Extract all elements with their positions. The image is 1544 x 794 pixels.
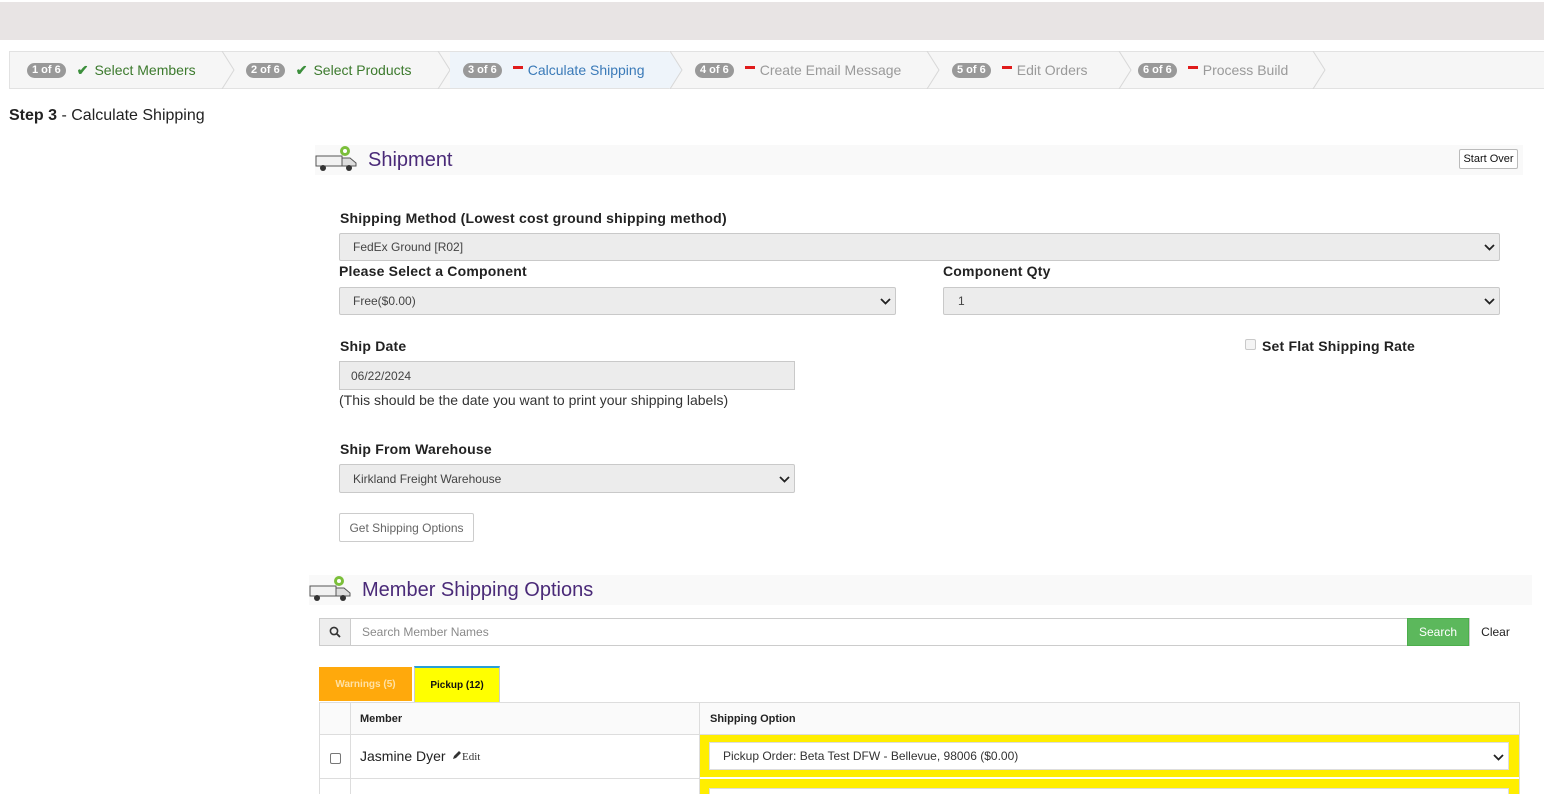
search-icon (320, 619, 351, 645)
table-header: Member Shipping Option (319, 703, 1520, 735)
component-select[interactable]: Free($0.00) (339, 287, 896, 315)
dash-icon (512, 65, 523, 69)
shipping-method-select[interactable]: FedEx Ground [R02] (339, 233, 1500, 261)
member-shipping-table: Member Shipping Option Jasmine Dyer Edit… (319, 702, 1520, 794)
column-divider (350, 703, 351, 794)
component-label: Please Select a Component (339, 263, 527, 279)
top-bar (0, 0, 1544, 40)
tab-pickup[interactable]: Pickup (12) (414, 666, 500, 702)
ship-date-label: Ship Date (340, 338, 407, 354)
tab-pickup-label: Pickup (12) (430, 679, 484, 691)
member-options-title: Member Shipping Options (362, 578, 594, 601)
component-qty-value: 1 (958, 294, 965, 308)
shipping-option-select[interactable] (709, 788, 1509, 794)
dash-icon (1001, 65, 1012, 69)
check-icon: ✔ (295, 61, 308, 78)
step-badge: 2 of 6 (246, 62, 285, 78)
ship-date-value: 06/22/2024 (351, 368, 412, 383)
wizard-progress: 1 of 6 ✔ Select Members 2 of 6 ✔ Select … (9, 51, 1544, 89)
column-divider (1519, 703, 1520, 794)
chevron-down-icon (1484, 244, 1495, 251)
step-title: Step 3 - Calculate Shipping (9, 107, 205, 125)
get-shipping-options-button[interactable]: Get Shipping Options (339, 513, 474, 542)
wizard-step-select-products[interactable]: 2 of 6 ✔ Select Products (246, 52, 436, 88)
truck-icon (309, 574, 353, 607)
component-qty-select[interactable]: 1 (943, 287, 1500, 315)
dash-icon (1187, 65, 1198, 69)
chevron-separator-icon (926, 51, 940, 89)
step-name: - Calculate Shipping (57, 107, 205, 124)
member-name: Jasmine Dyer (360, 748, 446, 764)
warehouse-select[interactable]: Kirkland Freight Warehouse (339, 464, 795, 493)
step-number: Step 3 (9, 107, 58, 124)
shipping-option-select[interactable]: Pickup Order: Beta Test DFW - Bellevue, … (709, 742, 1509, 770)
start-over-button[interactable]: Start Over (1459, 149, 1518, 169)
tab-warnings[interactable]: Warnings (5) (319, 667, 412, 701)
step-label: Process Build (1202, 62, 1289, 78)
wizard-step-process-build[interactable]: 6 of 6 Process Build (1138, 52, 1313, 88)
step-label: Select Products (313, 62, 412, 78)
chevron-separator-icon (1118, 51, 1132, 89)
shipping-option-value: Pickup Order: Beta Test DFW - Bellevue, … (723, 749, 1019, 763)
shipment-panel-header: Shipment (315, 145, 1523, 175)
step-label: Edit Orders (1016, 62, 1088, 78)
column-header-member: Member (360, 712, 403, 725)
step-label: Calculate Shipping (527, 62, 645, 78)
step-label: Create Email Message (759, 62, 902, 78)
flat-rate-checkbox[interactable] (1245, 339, 1256, 350)
member-options-panel-header: Member Shipping Options (309, 575, 1532, 605)
shipping-method-value: FedEx Ground [R02] (353, 240, 464, 254)
column-divider (319, 703, 320, 794)
step-badge: 5 of 6 (952, 62, 991, 78)
row-select-checkbox[interactable] (330, 753, 341, 764)
chevron-down-icon (880, 298, 891, 305)
wizard-step-calculate-shipping[interactable]: 3 of 6 Calculate Shipping (450, 52, 670, 88)
member-search-group: Search Clear (319, 618, 1521, 646)
chevron-separator-icon (437, 51, 451, 89)
step-badge: 1 of 6 (27, 62, 66, 78)
flat-rate-label[interactable]: Set Flat Shipping Rate (1262, 338, 1415, 354)
chevron-separator-icon (221, 51, 235, 89)
ship-date-field[interactable]: 06/22/2024 (339, 361, 795, 390)
edit-label: Edit (462, 751, 481, 763)
wizard-step-select-members[interactable]: 1 of 6 ✔ Select Members (27, 52, 227, 88)
row-divider (319, 778, 699, 779)
chevron-down-icon (1484, 298, 1495, 305)
check-icon: ✔ (76, 61, 89, 78)
wizard-step-edit-orders[interactable]: 5 of 6 Edit Orders (952, 52, 1132, 88)
component-value: Free($0.00) (353, 294, 416, 308)
search-button[interactable]: Search (1407, 618, 1469, 646)
warehouse-value: Kirkland Freight Warehouse (353, 471, 502, 486)
warehouse-label: Ship From Warehouse (340, 441, 492, 457)
search-input[interactable] (351, 619, 1406, 645)
ship-date-hint: (This should be the date you want to pri… (339, 392, 729, 408)
step-label: Select Members (94, 62, 196, 78)
chevron-separator-icon (1312, 51, 1326, 89)
wizard-step-create-email[interactable]: 4 of 6 Create Email Message (695, 52, 935, 88)
shipment-title: Shipment (368, 148, 453, 171)
chevron-down-icon (779, 475, 790, 483)
step-badge: 4 of 6 (695, 62, 734, 78)
pencil-icon (452, 750, 462, 763)
chevron-separator-icon (669, 51, 683, 89)
chevron-down-icon (1493, 754, 1504, 761)
clear-button[interactable]: Clear (1469, 618, 1521, 646)
step-badge: 6 of 6 (1138, 62, 1177, 78)
tab-warnings-label: Warnings (5) (335, 678, 396, 690)
dash-icon (744, 65, 755, 69)
column-header-shipping-option: Shipping Option (710, 712, 796, 725)
component-qty-label: Component Qty (943, 263, 1051, 279)
step-badge: 3 of 6 (463, 62, 502, 78)
truck-icon (315, 144, 359, 177)
edit-member-link[interactable]: Edit (452, 750, 480, 763)
shipping-method-label: Shipping Method (Lowest cost ground ship… (340, 210, 727, 226)
